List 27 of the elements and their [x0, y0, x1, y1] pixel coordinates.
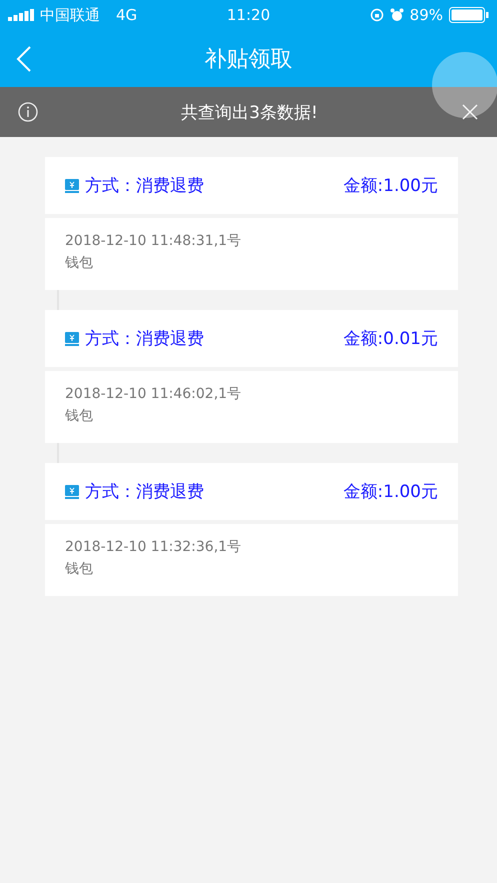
account-label: 钱包: [65, 560, 94, 579]
wallet-icon: [65, 178, 79, 192]
record-time: 2018-12-10 11:48:31,1号: [65, 232, 242, 251]
account-label: 钱包: [65, 407, 94, 426]
rotation-lock-icon: [370, 8, 384, 22]
amount-label: 金额:0.01元: [343, 328, 438, 350]
amount-label: 金额:1.00元: [343, 175, 438, 197]
method-label: 方式：消费退费: [85, 175, 205, 197]
battery-icon: [449, 7, 490, 23]
info-icon: [18, 102, 38, 122]
account-label: 钱包: [65, 254, 94, 273]
wallet-icon: [65, 332, 79, 346]
method-label: 方式：消费退费: [85, 481, 205, 503]
amount-label: 金额:1.00元: [343, 481, 438, 503]
page-title: 补贴领取: [204, 46, 292, 74]
record-time: 2018-12-10 11:32:36,1号: [65, 538, 242, 557]
battery-percent: 89%: [410, 6, 444, 24]
record-time: 2018-12-10 11:46:02,1号: [65, 385, 242, 404]
method-label: 方式：消费退费: [85, 328, 205, 350]
network-type: 4G: [116, 6, 138, 24]
close-button[interactable]: [461, 103, 479, 121]
notice-message: 共查询出3条数据!: [180, 102, 319, 124]
signal-icon: [8, 9, 34, 21]
wallet-icon: [65, 484, 79, 498]
carrier-name: 中国联通: [40, 6, 100, 24]
clock-time: 11:20: [226, 6, 270, 24]
alarm-clock-icon: [390, 8, 404, 22]
